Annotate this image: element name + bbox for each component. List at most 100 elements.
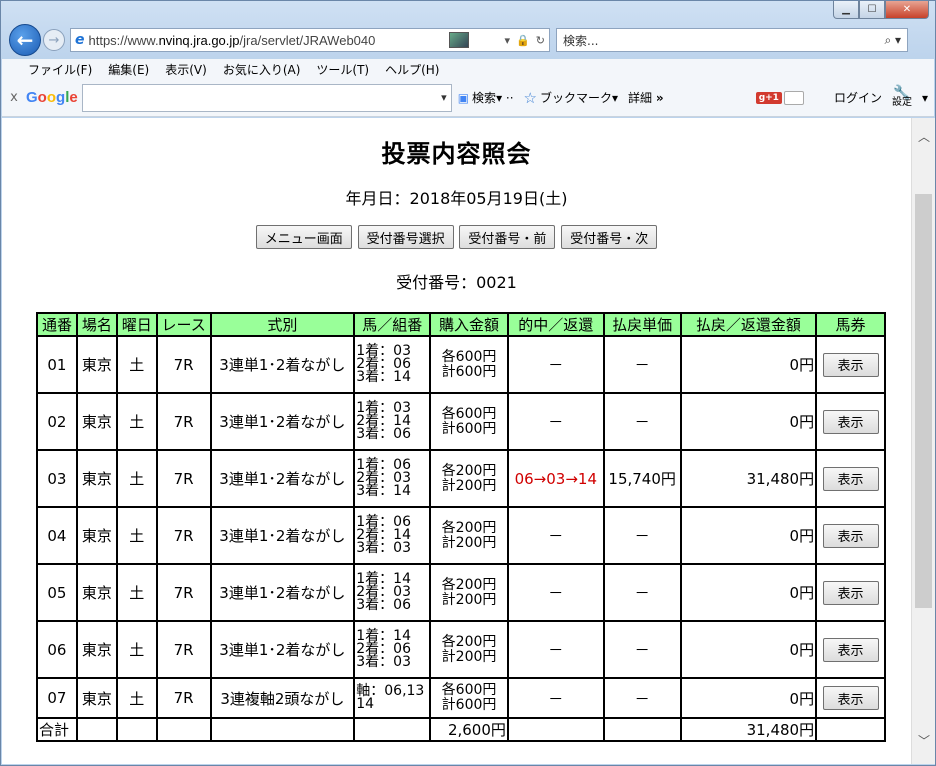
show-ticket-button[interactable]: 表示 bbox=[822, 409, 879, 434]
settings-dropdown-icon[interactable]: ▾ bbox=[922, 91, 928, 105]
google-logo: Google bbox=[26, 89, 78, 106]
show-ticket-button[interactable]: 表示 bbox=[822, 523, 879, 548]
venue-cell: 東京 bbox=[75, 392, 118, 451]
bet-type-cell: 3連単1･2着ながし bbox=[209, 506, 356, 565]
amount-each: 各600円 bbox=[441, 348, 497, 365]
total-row: 合計 2,600円 31,480円 bbox=[36, 717, 886, 742]
table-cell bbox=[209, 717, 356, 742]
col-header: 馬券 bbox=[815, 312, 886, 337]
amount-total: 計200円 bbox=[441, 648, 497, 665]
amount-total: 計200円 bbox=[441, 477, 497, 494]
purchase-amount-cell: 各600円 計600円 bbox=[429, 335, 509, 394]
weekday-cell: 土 bbox=[115, 392, 158, 451]
refresh-icon[interactable]: ↻ bbox=[536, 34, 545, 47]
browser-window: ▁ ☐ ✕ ← → e https://www.nvinq.jra.go.jp/… bbox=[0, 0, 936, 766]
unit-payout-cell: － bbox=[602, 620, 682, 679]
receipt-select-button[interactable]: 受付番号選択 bbox=[357, 225, 454, 249]
amount-total: 計200円 bbox=[441, 591, 497, 608]
show-ticket-button[interactable]: 表示 bbox=[822, 686, 879, 710]
receipt-prev-button[interactable]: 受付番号・前 bbox=[459, 225, 556, 249]
col-header: 払戻／返還金額 bbox=[679, 312, 818, 337]
table-cell bbox=[602, 717, 682, 742]
page-title: 投票内容照会 bbox=[381, 140, 532, 168]
scroll-thumb[interactable] bbox=[915, 194, 932, 608]
unit-payout-cell: － bbox=[602, 563, 682, 622]
weekday-cell: 土 bbox=[115, 563, 158, 622]
hit-cell: － bbox=[506, 620, 605, 679]
venue-cell: 東京 bbox=[75, 677, 118, 719]
toolbar-close-icon[interactable]: x bbox=[2, 90, 26, 105]
table-row: 01 東京土 7R 3連単1･2着ながし 1着：03 2着：06 3着：14 各600円 計60… bbox=[36, 335, 886, 394]
weekday-cell: 土 bbox=[115, 677, 158, 719]
dropdown-icon[interactable]: ▾ bbox=[505, 34, 511, 47]
unit-payout-cell: － bbox=[602, 392, 682, 451]
race-cell: 7R bbox=[155, 335, 212, 394]
amount-total: 計600円 bbox=[441, 420, 497, 437]
table-cell bbox=[506, 717, 605, 742]
show-ticket-button[interactable]: 表示 bbox=[822, 637, 879, 662]
search-icon[interactable]: ⌕ ▾ bbox=[884, 33, 901, 48]
lock-icon[interactable]: 🔒 bbox=[516, 34, 530, 47]
google-search-input[interactable] bbox=[81, 83, 452, 112]
table-cell bbox=[353, 717, 432, 742]
col-header: 場名 bbox=[75, 312, 118, 337]
venue-cell: 東京 bbox=[75, 620, 118, 679]
wrench-icon: 🔧 bbox=[893, 84, 911, 101]
compatibility-view-icon[interactable] bbox=[448, 32, 469, 48]
bet-type-cell: 3連単1･2着ながし bbox=[209, 392, 356, 451]
menu-screen-button[interactable]: メニュー画面 bbox=[255, 225, 352, 249]
race-cell: 7R bbox=[155, 620, 212, 679]
login-button[interactable]: ログイン bbox=[834, 89, 882, 106]
hit-cell: － bbox=[506, 506, 605, 565]
payout-cell: 0円 bbox=[679, 563, 818, 622]
settings-button[interactable]: 🔧 設定 bbox=[892, 84, 912, 108]
address-bar[interactable]: e https://www.nvinq.jra.go.jp/jra/servle… bbox=[70, 28, 550, 52]
close-button[interactable]: ✕ bbox=[885, 1, 929, 19]
browser-search-box[interactable]: 検索... ⌕ ▾ bbox=[556, 28, 908, 52]
bookmark-button[interactable]: ☆ ブックマーク ▾ bbox=[524, 89, 619, 107]
date-line: 年月日：2018年05月19日(土) bbox=[345, 189, 568, 208]
details-button[interactable]: 詳細 » bbox=[628, 89, 664, 106]
show-ticket-button[interactable]: 表示 bbox=[822, 352, 879, 377]
search-input[interactable]: 検索... bbox=[563, 32, 884, 49]
menu-edit[interactable]: 編集(E) bbox=[108, 61, 149, 78]
horse-combo-cell: 1着：03 2着：14 3着：06 bbox=[353, 392, 432, 451]
back-button[interactable]: ← bbox=[9, 24, 41, 56]
receipt-next-button[interactable]: 受付番号・次 bbox=[561, 225, 658, 249]
ticket-cell: 表示 bbox=[815, 392, 886, 451]
minimize-button[interactable]: ▁ bbox=[833, 1, 859, 19]
vertical-scrollbar[interactable]: ︿ ﹀ bbox=[911, 118, 935, 764]
table-row: 03 東京土 7R 3連単1･2着ながし 1着：06 2着：03 3着：14 各200円 計20… bbox=[36, 449, 886, 508]
col-header: 馬／組番 bbox=[353, 312, 432, 337]
serial-cell: 04 bbox=[36, 506, 78, 565]
menu-bar: ファイル(F) 編集(E) 表示(V) お気に入り(A) ツール(T) ヘルプ(… bbox=[2, 59, 934, 79]
venue-cell: 東京 bbox=[75, 506, 118, 565]
horse-line: 14 bbox=[356, 696, 375, 712]
menu-tools[interactable]: ツール(T) bbox=[316, 61, 369, 78]
purchase-amount-cell: 各200円 計200円 bbox=[429, 620, 509, 679]
ticket-cell: 表示 bbox=[815, 563, 886, 622]
unit-payout-cell: 15,740円 bbox=[602, 449, 682, 508]
show-ticket-button[interactable]: 表示 bbox=[822, 580, 879, 605]
menu-help[interactable]: ヘルプ(H) bbox=[385, 61, 439, 78]
menu-file[interactable]: ファイル(F) bbox=[28, 61, 92, 78]
forward-button[interactable]: → bbox=[43, 29, 65, 51]
col-header: 通番 bbox=[36, 312, 78, 337]
serial-cell: 01 bbox=[36, 335, 78, 394]
total-amount: 2,600円 bbox=[429, 717, 509, 742]
menu-favorites[interactable]: お気に入り(A) bbox=[223, 61, 301, 78]
maximize-button[interactable]: ☐ bbox=[859, 1, 885, 19]
hit-cell: － bbox=[506, 335, 605, 394]
show-ticket-button[interactable]: 表示 bbox=[822, 466, 879, 491]
serial-cell: 05 bbox=[36, 563, 78, 622]
scroll-down-icon[interactable]: ﹀ bbox=[912, 730, 936, 752]
menu-view[interactable]: 表示(V) bbox=[165, 61, 207, 78]
gplus-toggle[interactable] bbox=[783, 90, 804, 105]
gplus-button[interactable]: g+1 bbox=[755, 91, 782, 104]
hit-cell: － bbox=[506, 392, 605, 451]
google-search-button[interactable]: ▣ 検索 ▾ ⋅⋅ bbox=[458, 89, 514, 106]
col-header: レース bbox=[155, 312, 212, 337]
unit-payout-cell: － bbox=[602, 506, 682, 565]
scroll-up-icon[interactable]: ︿ bbox=[912, 126, 936, 148]
address-url[interactable]: https://www.nvinq.jra.go.jp/jra/servlet/… bbox=[89, 33, 449, 48]
